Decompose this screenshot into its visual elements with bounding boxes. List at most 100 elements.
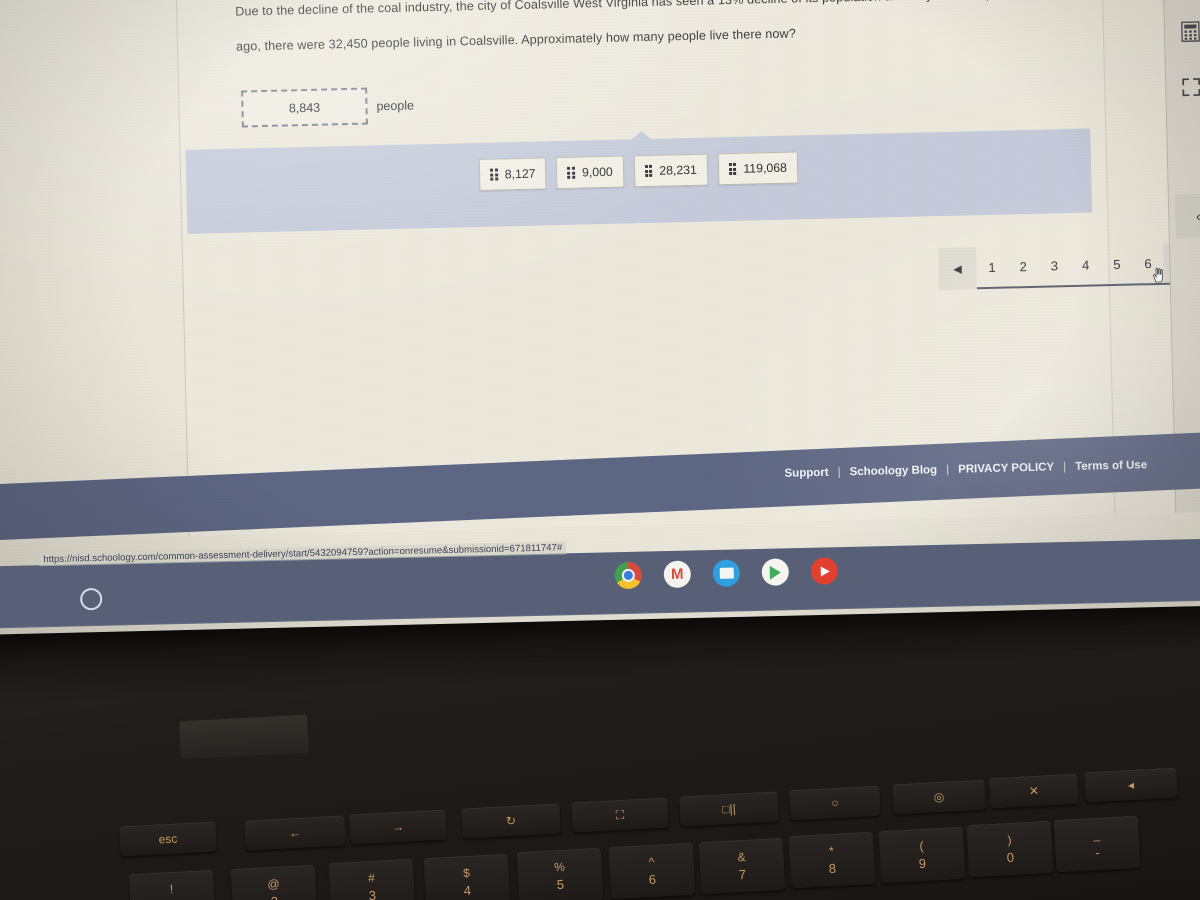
answer-choice-tile[interactable]: 8,127 [478,157,547,191]
key-num-6[interactable]: ^ 6 [608,842,696,900]
drag-grip-icon [490,168,498,181]
key-digit-label: 6 [648,871,657,888]
key-num-1[interactable]: !1 [128,869,216,900]
footer-separator: | [945,463,950,476]
key-fn-7[interactable]: ◎ [892,779,986,815]
calculator-icon[interactable] [1177,18,1200,45]
footer-link-list: Support | Schoology Blog | PRIVACY POLICY | Te… [784,459,1147,480]
key-digit-label: 4 [463,882,472,898]
key-fn-0[interactable]: esc [119,821,217,857]
key-num-3[interactable]: #3 [328,859,416,900]
pagination-page-4[interactable]: 4 [1070,244,1102,287]
pagination-page-label: 3 [1050,258,1059,274]
trackpad[interactable] [179,714,309,760]
photo-scene: Due to the decline of the coal industry,… [0,0,1200,900]
key-digit-label: - [1094,844,1101,861]
answer-choice-tile[interactable]: 28,231 [633,153,709,188]
key-label: ○ [831,795,839,811]
key-num-7[interactable]: & 7 [698,837,786,894]
answer-choice-tile[interactable]: 119,068 [717,151,799,186]
chrome-icon[interactable] [614,561,643,590]
key-fn-4[interactable]: ⛶ [571,797,669,833]
answer-choice-label: 8,127 [504,166,536,182]
fullscreen-icon[interactable] [1178,74,1200,101]
answer-drop-target[interactable]: 8,843 [241,87,368,128]
gmail-glyph: M [670,565,684,583]
gmail-icon[interactable]: M [663,560,692,589]
prev-arrow-icon: ◀ [953,263,962,276]
key-fn-3[interactable]: ↻ [461,803,561,839]
footer-separator: | [1063,461,1067,474]
footer-link[interactable]: Support [784,467,828,480]
pagination-page-5[interactable]: 5 [1101,244,1133,287]
key-symbol-label: # [367,871,376,886]
answer-choice-tile[interactable]: 9,000 [556,155,625,190]
key-digit-label: 9 [918,855,927,871]
shelf-app-list: M [614,557,839,590]
key-label: ⛶ [615,807,625,822]
drag-grip-icon [644,164,653,178]
rail-collapse-button[interactable]: ‹ [1174,193,1200,239]
key-label: ← [288,825,302,841]
chromebook-screen: Due to the decline of the coal industry,… [0,0,1200,635]
pagination-page-3[interactable]: 3 [1038,245,1070,288]
pagination-prev-button[interactable]: ◀ [937,247,977,291]
key-num-2[interactable]: @2 [230,864,318,900]
key-digit-label: 2 [270,893,278,900]
key-fn-6[interactable]: ○ [789,785,881,821]
answer-choice-label: 28,231 [659,162,698,178]
footer-link[interactable]: Schoology Blog [849,464,937,478]
pagination-page-label: 4 [1081,257,1090,273]
key-symbol-label: @ [267,876,280,891]
key-digit-label: 7 [738,866,747,882]
key-num--[interactable]: _ - [1053,815,1141,873]
drag-grip-icon [567,166,576,179]
key-num-4[interactable]: $4 [423,853,511,900]
key-digit-label: 0 [1006,850,1015,866]
answer-choice-label: 119,068 [743,160,788,176]
key-digit-label: 8 [828,860,837,877]
key-symbol-label: ( [919,838,924,853]
key-num-0[interactable]: ) 0 [966,821,1054,878]
question-text: Due to the decline of the coal industry,… [235,0,1113,54]
key-fn-5[interactable]: □|| [679,791,779,827]
key-fn-8[interactable]: ✕ [989,773,1079,809]
play-store-icon[interactable] [761,558,790,586]
key-symbol-label: ! [169,881,174,897]
key-digit-label: 5 [556,877,565,893]
key-symbol-label: _ [1092,827,1101,843]
pagination-page-label: 1 [988,259,996,275]
key-symbol-label: % [553,860,566,875]
key-num-9[interactable]: (9 [878,826,966,883]
youtube-icon[interactable] [810,557,839,585]
drag-grip-icon [728,162,737,176]
key-num-5[interactable]: % 5 [516,848,604,900]
key-label: ↻ [505,813,517,829]
key-symbol-label: * [828,844,835,859]
key-num-8[interactable]: * 8 [788,832,876,889]
key-fn-1[interactable]: ← [244,815,346,851]
answer-choice-bank: 8,127 9,000 28,231 119,068 [185,128,1093,234]
classroom-icon[interactable] [712,559,741,588]
pagination-page-1[interactable]: 1 [976,247,1008,290]
answer-unit-label: people [376,97,415,113]
answer-row: 8,843 people [241,86,415,128]
footer-link[interactable]: Terms of Use [1075,459,1147,473]
key-label: ◎ [933,789,945,805]
key-symbol-label: ^ [648,854,655,870]
key-label: → [391,819,405,835]
pagination-page-2[interactable]: 2 [1007,246,1039,289]
laptop-keyboard: esc←→↻⛶□||○◎✕◂ !1@2#3$4%5^6&7*8(9)0_- [0,700,1200,900]
key-fn-9[interactable]: ◂ [1084,767,1178,803]
answer-choice-list: 8,127 9,000 28,231 119,068 [186,145,1092,198]
key-symbol-label: $ [462,865,471,880]
key-label: □|| [721,801,737,817]
key-fn-2[interactable]: → [349,809,447,845]
launcher-button[interactable] [79,587,103,611]
key-label: ◂ [1127,777,1135,793]
pagination-page-label: 5 [1113,256,1121,273]
key-digit-label: 3 [368,887,377,900]
footer-link[interactable]: PRIVACY POLICY [958,461,1054,475]
key-symbol-label: ) [1007,833,1012,848]
key-label: ✕ [1028,783,1040,799]
